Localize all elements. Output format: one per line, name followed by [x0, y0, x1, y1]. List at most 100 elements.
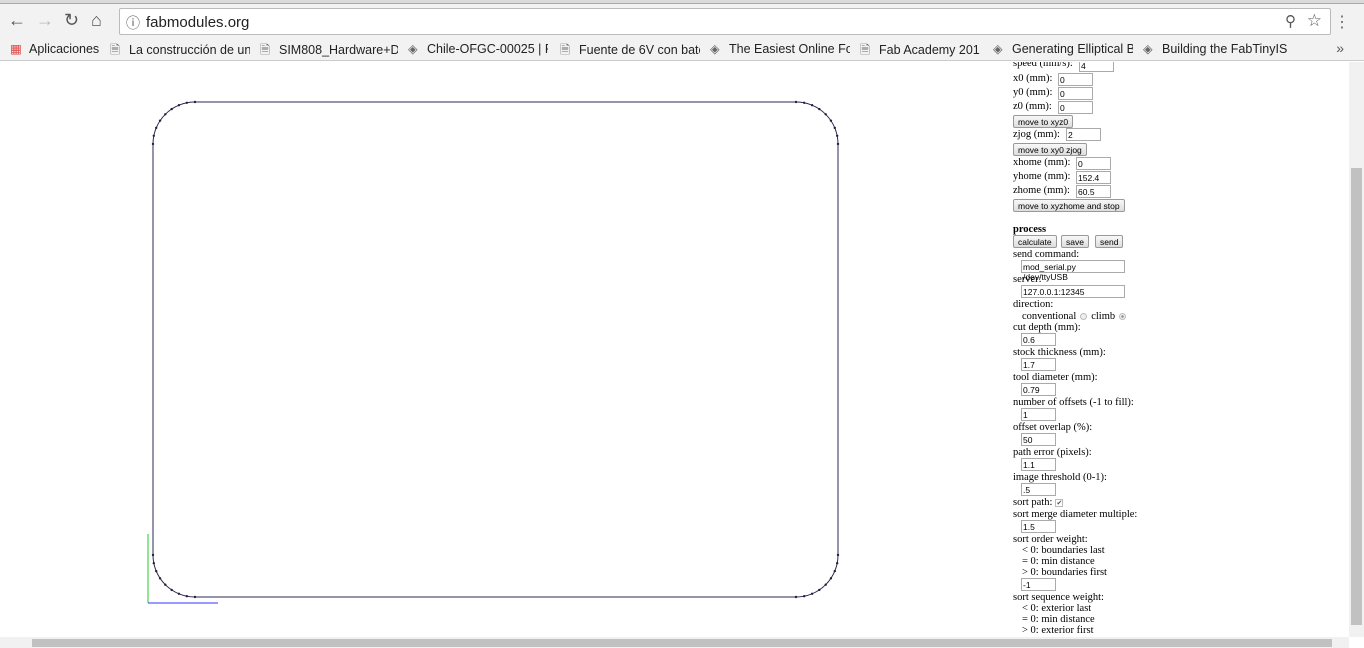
- text-input[interactable]: .5: [1021, 483, 1056, 496]
- address-bar[interactable]: ⓘ fabmodules.org ⚲ ☆: [119, 8, 1331, 35]
- action-button[interactable]: move to xyzhome and stop: [1013, 199, 1125, 212]
- path-point: [158, 577, 162, 580]
- text-input[interactable]: 1.1: [1021, 458, 1056, 471]
- apps-grid-icon: ▦: [10, 42, 22, 56]
- path-points: [151, 100, 840, 599]
- bookmark-item[interactable]: ◈ Chile-OFGC-00025 | P: [408, 41, 548, 56]
- path-point: [154, 126, 158, 130]
- action-button[interactable]: move to xyz0: [1013, 115, 1074, 128]
- bookmark-label: Fuente de 6V con bate: [579, 43, 700, 57]
- path-point: [810, 592, 814, 596]
- action-button[interactable]: send: [1095, 235, 1124, 248]
- path-point: [170, 107, 173, 111]
- path-point: [835, 561, 839, 565]
- text-input[interactable]: 0: [1058, 73, 1093, 86]
- climb-radio[interactable]: [1119, 313, 1127, 321]
- bookmark-item[interactable]: 🗎 Fab Academy 2017: [860, 41, 980, 62]
- path-point: [810, 103, 814, 107]
- bookmark-item[interactable]: 🗎 SIM808_Hardware+De: [260, 41, 398, 62]
- text-input[interactable]: 1.7: [1021, 358, 1056, 371]
- field-label: zhome (mm):: [1013, 185, 1070, 196]
- text-input[interactable]: 0: [1058, 87, 1093, 100]
- path-point: [836, 142, 840, 146]
- text-input[interactable]: 50: [1021, 433, 1056, 446]
- bookmark-star-icon[interactable]: ☆: [1307, 11, 1322, 31]
- text-input[interactable]: 1: [1021, 408, 1056, 421]
- path-point: [164, 113, 167, 116]
- path-point: [170, 588, 173, 592]
- path-point: [836, 553, 840, 557]
- text-input[interactable]: 0.6: [1021, 333, 1056, 346]
- bookmark-label: La construcción de un: [129, 43, 250, 57]
- vertical-scroll-thumb[interactable]: [1351, 168, 1362, 625]
- path-point: [193, 595, 197, 599]
- bookmark-item[interactable]: ◈ The Easiest Online For: [710, 41, 850, 56]
- page-icon: 🗎: [110, 43, 121, 57]
- text-input[interactable]: 127.0.0.1:12345: [1021, 285, 1125, 298]
- horizontal-scroll-thumb[interactable]: [32, 639, 1332, 647]
- text-input[interactable]: 4: [1079, 62, 1114, 72]
- reload-icon[interactable]: ↻: [64, 10, 79, 31]
- text-input[interactable]: 0: [1058, 101, 1093, 114]
- path-point: [177, 592, 181, 596]
- path-point: [829, 577, 833, 580]
- action-button[interactable]: calculate: [1013, 235, 1057, 248]
- toolpath-canvas[interactable]: [0, 62, 1000, 637]
- path-point: [164, 583, 167, 586]
- bookmark-label: Fab Academy 2017: [879, 43, 980, 57]
- text-input[interactable]: 60.5: [1076, 185, 1111, 198]
- toolpath-outline: [152, 101, 839, 598]
- path-point: [835, 134, 839, 138]
- conventional-label: conventional: [1022, 311, 1077, 322]
- site-icon: ◈: [1143, 42, 1153, 56]
- field-label: xhome (mm):: [1013, 157, 1071, 168]
- home-icon[interactable]: ⌂: [91, 10, 102, 31]
- field-label: yhome (mm):: [1013, 171, 1071, 182]
- text-input[interactable]: 152.4: [1076, 171, 1111, 184]
- text-input[interactable]: mod_serial.py /dev/ttyUSB: [1021, 260, 1125, 282]
- menu-icon[interactable]: ⋮: [1334, 12, 1350, 32]
- text-input[interactable]: 1.5: [1021, 520, 1056, 533]
- path-point: [818, 107, 821, 111]
- sort-path-checkbox[interactable]: ✔: [1055, 498, 1064, 507]
- text-input[interactable]: 2: [1066, 128, 1101, 141]
- text-input[interactable]: 0: [1076, 157, 1111, 170]
- path-point: [833, 126, 837, 130]
- path-point: [794, 595, 798, 599]
- path-point: [185, 101, 189, 105]
- vertical-scrollbar[interactable]: [1349, 62, 1364, 637]
- action-button[interactable]: move to xy0 zjog: [1013, 143, 1087, 156]
- url-text[interactable]: fabmodules.org: [146, 14, 249, 31]
- path-point: [829, 119, 833, 122]
- bookmark-label: Building the FabTinyIS: [1162, 42, 1288, 56]
- bookmark-item[interactable]: 🗎 Fuente de 6V con bate: [560, 41, 700, 62]
- path-point: [185, 594, 189, 598]
- field-label: z0 (mm):: [1013, 101, 1052, 112]
- more-bookmarks-icon[interactable]: »: [1336, 40, 1344, 56]
- info-icon[interactable]: ⓘ: [126, 13, 140, 33]
- horizontal-scrollbar[interactable]: [0, 637, 1349, 648]
- text-input[interactable]: -1: [1021, 578, 1056, 591]
- forward-icon[interactable]: →: [36, 10, 54, 31]
- field-label: zjog (mm):: [1013, 129, 1060, 140]
- text-input[interactable]: 0.79: [1021, 383, 1056, 396]
- field-label: y0 (mm):: [1013, 87, 1053, 98]
- sort-path-row: sort path: ✔: [1013, 497, 1064, 509]
- action-button[interactable]: save: [1061, 235, 1089, 248]
- path-point: [177, 103, 181, 107]
- bookmark-label: Generating Elliptical B: [1012, 42, 1133, 56]
- field-label: > 0: exterior first: [1022, 625, 1094, 636]
- bookmark-item[interactable]: ◈ Generating Elliptical B: [993, 41, 1133, 56]
- page-icon: 🗎: [260, 43, 271, 57]
- back-icon[interactable]: ←: [8, 10, 26, 31]
- bookmark-item[interactable]: 🗎 La construcción de un: [110, 41, 250, 62]
- zoom-icon[interactable]: ⚲: [1285, 12, 1296, 30]
- climb-label: climb: [1091, 311, 1116, 322]
- path-point: [802, 594, 806, 598]
- path-point: [833, 569, 837, 573]
- browser-toolbar: ← → ↻ ⌂ ⓘ fabmodules.org ⚲ ☆ ⋮: [0, 4, 1364, 37]
- bookmark-item[interactable]: ◈ Building the FabTinyIS: [1143, 41, 1313, 56]
- bookmark-item[interactable]: ▦ Aplicaciones: [10, 41, 105, 56]
- conventional-radio[interactable]: [1080, 313, 1088, 321]
- page-icon: 🗎: [560, 43, 571, 57]
